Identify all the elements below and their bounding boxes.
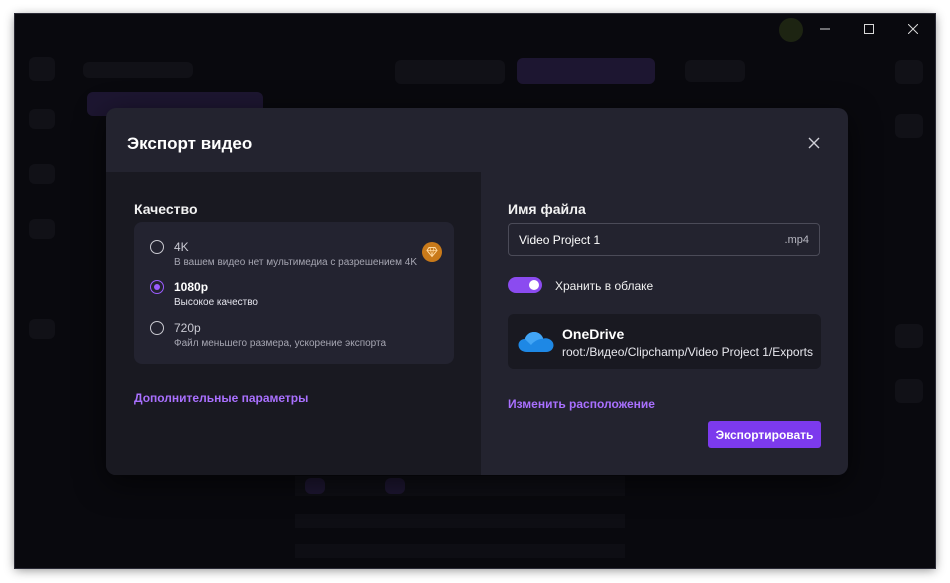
export-dialog: Экспорт видео Качество 4K В вашем видео … [106,108,848,475]
filename-extension: .mp4 [784,234,809,246]
onedrive-cloud-icon [518,332,554,352]
filename-field[interactable]: .mp4 [508,223,820,256]
close-icon [808,137,820,149]
radio-4k[interactable] [150,240,164,254]
quality-heading: Качество [134,201,198,217]
premium-badge [422,242,442,262]
quality-option-description: Файл меньшего размера, ускорение экспорт… [174,338,387,349]
radio-720p[interactable] [150,321,164,335]
onedrive-location-card: OneDrive root:/Видео/Clipchamp/Video Pro… [508,314,821,369]
quality-option-title: 720p [174,321,201,335]
quality-option-description: В вашем видео нет мультимедиа с разрешен… [174,257,418,268]
change-location-link[interactable]: Изменить расположение [508,397,655,411]
filename-input[interactable] [519,233,759,247]
export-button[interactable]: Экспортировать [708,421,821,448]
file-pane: Имя файла .mp4 Хранить в облаке OneDrive… [481,172,848,475]
quality-option-description: Высокое качество [174,297,258,308]
onedrive-title: OneDrive [562,326,625,342]
minimize-icon [820,28,830,30]
quality-pane: Качество 4K В вашем видео нет мультимеди… [106,172,481,475]
cloud-toggle[interactable] [508,277,542,293]
diamond-icon [426,247,438,258]
window-close-button[interactable] [891,14,935,44]
maximize-icon [864,24,874,34]
maximize-button[interactable] [847,14,891,44]
quality-options: 4K В вашем видео нет мультимедиа с разре… [134,222,454,364]
quality-option-title: 1080p [174,280,209,294]
radio-1080p[interactable] [150,280,164,294]
window-caption-buttons [803,14,935,44]
cloud-toggle-label: Хранить в облаке [555,279,654,293]
toggle-knob [529,280,539,290]
close-icon [908,24,918,34]
advanced-settings-link[interactable]: Дополнительные параметры [134,391,308,405]
minimize-button[interactable] [803,14,847,44]
filename-heading: Имя файла [508,201,586,217]
quality-option-title: 4K [174,240,189,254]
dialog-title: Экспорт видео [127,134,253,153]
app-window: Экспорт видео Качество 4K В вашем видео … [15,14,935,568]
onedrive-path: root:/Видео/Clipchamp/Video Project 1/Ex… [562,345,813,359]
dialog-close-button[interactable] [806,135,822,151]
